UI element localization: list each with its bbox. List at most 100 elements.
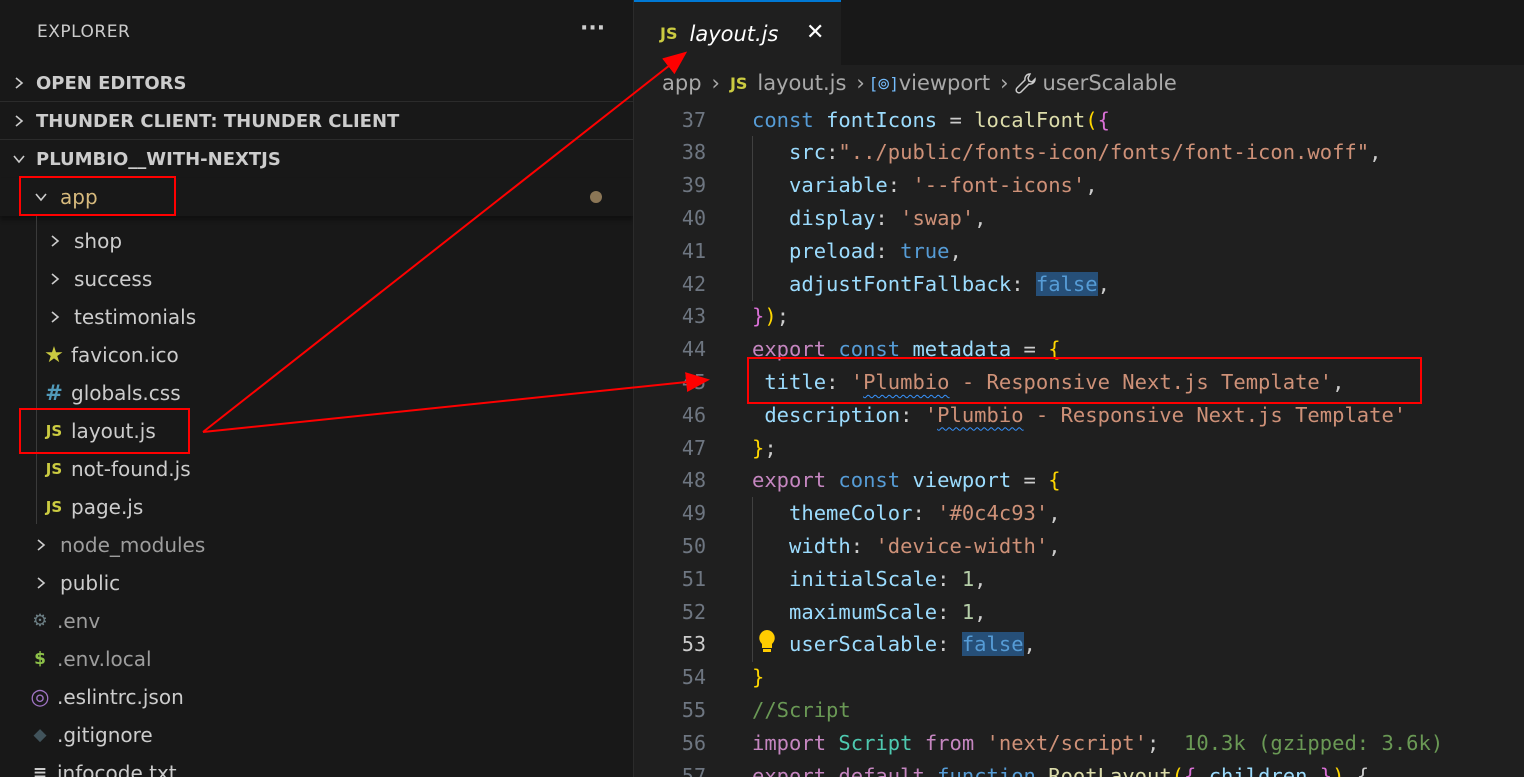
code-line[interactable]: 50 width: 'device-width',: [634, 529, 1524, 562]
close-icon[interactable]: ✕: [806, 20, 824, 45]
code-token: initialScale: [752, 566, 938, 591]
code-line[interactable]: 39 variable: '--font-icons',: [634, 169, 1524, 202]
tree-item-label: infocode.txt: [57, 761, 177, 777]
code-token: ): [1332, 763, 1345, 777]
code-line[interactable]: 48 export const viewport = {: [634, 464, 1524, 497]
code-line[interactable]: 49 themeColor: '#0c4c93',: [634, 497, 1524, 530]
tree-item-infocode-txt[interactable]: ≡ infocode.txt: [0, 754, 633, 777]
code-token: }: [752, 665, 765, 690]
js-icon: JS: [45, 460, 63, 478]
tree-item-label: .env.local: [57, 647, 152, 671]
tree-item-label: globals.css: [71, 381, 181, 405]
code-line[interactable]: 41 preload: true,: [634, 234, 1524, 267]
tree-item-label: .gitignore: [57, 723, 153, 747]
section-open-editors[interactable]: OPEN EDITORS: [0, 64, 633, 102]
code-line[interactable]: 55 //Script: [634, 693, 1524, 726]
tree-item-not-found-js[interactable]: JS not-found.js: [0, 450, 633, 488]
code-token: true: [900, 238, 950, 263]
code-token: :: [887, 173, 913, 198]
code-token: }: [752, 304, 765, 329]
tree-item-page-js[interactable]: JS page.js: [0, 488, 633, 526]
tree-item-testimonials[interactable]: testimonials: [0, 298, 633, 336]
chevron-right-icon: ›: [711, 71, 720, 95]
breadcrumb-file[interactable]: layout.js: [757, 71, 846, 95]
code-line[interactable]: 52 maximumScale: 1,: [634, 595, 1524, 628]
code-line[interactable]: 54}: [634, 661, 1524, 694]
code-text: themeColor: '#0c4c93',: [752, 501, 1061, 525]
star-icon: ★: [44, 342, 64, 368]
tree-item-label: favicon.ico: [71, 343, 179, 367]
tree-item-env-local[interactable]: $ .env.local: [0, 640, 633, 678]
chevron-right-icon: [30, 526, 52, 564]
code-token: (: [1171, 763, 1184, 777]
code-line[interactable]: 47};: [634, 431, 1524, 464]
code-token: false: [1035, 271, 1098, 296]
code-token: src: [752, 140, 827, 165]
line-number: 42: [681, 271, 706, 296]
code-line[interactable]: 38 src:"../public/fonts-icon/fonts/font-…: [634, 136, 1524, 169]
code-line[interactable]: 51 initialScale: 1,: [634, 562, 1524, 595]
breadcrumb-symbol[interactable]: viewport: [899, 71, 990, 95]
more-actions-button[interactable]: ···: [580, 16, 605, 41]
tree-item-gitignore[interactable]: ◆ .gitignore: [0, 716, 633, 754]
tree-item-favicon-ico[interactable]: ★ favicon.ico: [0, 336, 633, 374]
line-number: 43: [681, 304, 706, 329]
code-token: ;: [764, 435, 777, 460]
code-token: viewport: [912, 468, 1012, 493]
code-token: Plumbio: [937, 402, 1024, 427]
tab-layout-js[interactable]: JS layout.js ✕: [634, 0, 841, 65]
breadcrumb-property[interactable]: userScalable: [1043, 71, 1177, 95]
tree-item-shop[interactable]: shop: [0, 222, 633, 260]
code-token: {: [1097, 107, 1110, 132]
code-line[interactable]: 42 adjustFontFallback: false,: [634, 267, 1524, 300]
code-line[interactable]: 40 display: 'swap',: [634, 201, 1524, 234]
code-token: {: [1184, 763, 1209, 777]
code-token: - Responsive Next.js Template': [1023, 402, 1407, 427]
code-text: initialScale: 1,: [752, 567, 987, 591]
code-token: themeColor: [752, 501, 913, 526]
tree-item-success[interactable]: success: [0, 260, 633, 298]
code-token: ): [764, 304, 777, 329]
section-thunder-client[interactable]: THUNDER CLIENT: THUNDER CLIENT: [0, 102, 633, 140]
section-project[interactable]: PLUMBIO__WITH-NEXTJS: [0, 140, 633, 178]
editor-pane: JS layout.js ✕ app › JS layout.js › [⊚] …: [634, 0, 1524, 777]
code-line[interactable]: 37 const fontIcons = localFont({: [634, 103, 1524, 136]
code-token: 1: [961, 566, 975, 591]
code-token: fontIcons: [826, 107, 938, 132]
code-token: 'device-width': [875, 533, 1049, 558]
code-line[interactable]: 57 export default function RootLayout({ c…: [634, 759, 1524, 777]
code-text: userScalable: false,: [752, 632, 1036, 657]
code-line[interactable]: 43});: [634, 300, 1524, 333]
tree-item-label: .env: [57, 609, 101, 633]
tree-item-globals-css[interactable]: # globals.css: [0, 374, 633, 412]
code-token: =: [1011, 468, 1049, 493]
code-text: width: 'device-width',: [752, 534, 1061, 558]
code-token: ;: [1146, 730, 1185, 755]
code-token: =: [937, 107, 975, 132]
breadcrumb-folder[interactable]: app: [662, 71, 702, 95]
breadcrumb: app › JS layout.js › [⊚] viewport › user…: [634, 65, 1524, 101]
code-token: ;: [776, 304, 790, 329]
tree-item-env[interactable]: ⚙ .env: [0, 602, 633, 640]
tree-item-node-modules[interactable]: node_modules: [0, 526, 633, 564]
code-token: :: [900, 402, 925, 427]
line-number: 51: [681, 566, 706, 591]
line-number: 40: [681, 205, 706, 230]
tree-item-eslintrc-json[interactable]: ◎ .eslintrc.json: [0, 678, 633, 716]
code-line[interactable]: 56 import Script from 'next/script'; 10.3…: [634, 726, 1524, 759]
annotation-box-app: [19, 176, 176, 216]
code-token: {: [1344, 763, 1370, 777]
tree-item-public[interactable]: public: [0, 564, 633, 602]
code-text: const fontIcons = localFont({: [752, 108, 1110, 132]
hash-icon: #: [45, 381, 63, 405]
tree-item-label: shop: [74, 229, 123, 253]
line-number: 44: [681, 337, 706, 362]
chevron-right-icon: ›: [856, 71, 865, 95]
code-text: });: [752, 304, 789, 328]
modified-dot-icon: [590, 191, 602, 203]
tab-label: layout.js: [689, 21, 779, 46]
line-number: 49: [681, 501, 706, 526]
lightbulb-icon[interactable]: [756, 628, 778, 660]
explorer-title: EXPLORER: [37, 22, 131, 42]
code-token: ,: [1369, 140, 1382, 165]
